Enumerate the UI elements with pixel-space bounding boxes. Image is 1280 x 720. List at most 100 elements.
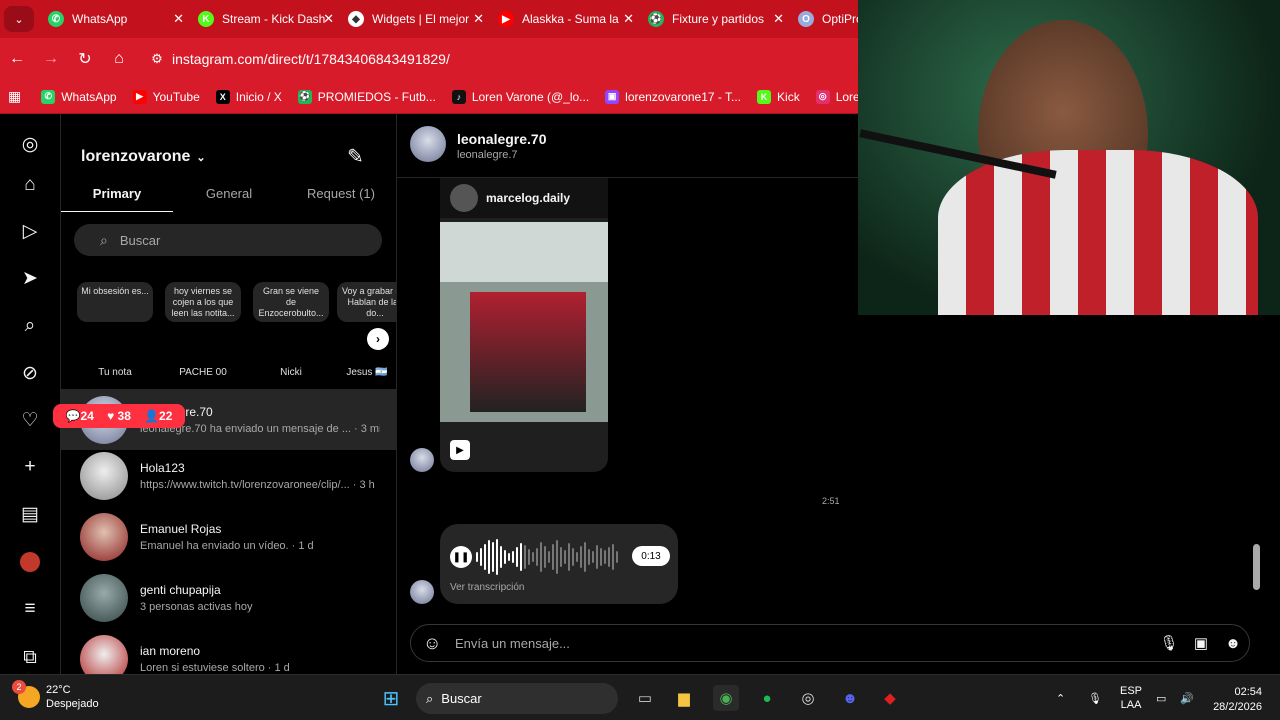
- waveform-bar: [580, 546, 582, 568]
- note-item[interactable]: Gran se viene de Enzocerobulto... Nicki: [253, 282, 329, 378]
- app-icon[interactable]: ◆: [877, 685, 903, 711]
- close-tab-icon[interactable]: ✕: [323, 11, 334, 27]
- sender-avatar: [410, 448, 434, 472]
- bookmark-label: Kick: [777, 89, 800, 104]
- browser-tab[interactable]: K Stream - Kick Dash ✕: [190, 4, 340, 34]
- back-button[interactable]: ←: [0, 50, 34, 68]
- taskbar-search[interactable]: ⌕ Buscar: [416, 683, 618, 714]
- forward-button[interactable]: →: [34, 50, 68, 68]
- bookmark-item[interactable]: ⚽ PROMIEDOS - Futb...: [297, 89, 436, 104]
- microphone-icon[interactable]: 🎙: [1153, 634, 1185, 652]
- tab-general[interactable]: General: [173, 180, 285, 212]
- tray-overflow-icon[interactable]: ⌃: [1056, 675, 1065, 720]
- browser-tab[interactable]: ⚽ Fixture y partidos ✕: [640, 4, 790, 34]
- chat-avatar[interactable]: [410, 126, 446, 162]
- thread-row[interactable]: ian moreno Loren si estuviese soltero · 1…: [61, 628, 396, 674]
- home-icon[interactable]: ⌂: [18, 173, 42, 197]
- notifications-heart-icon[interactable]: ♡: [18, 408, 42, 432]
- bookmark-item[interactable]: ♪ Loren Varone (@_lo...: [451, 89, 589, 104]
- weather-temp: 22°C: [46, 684, 71, 696]
- reels-icon[interactable]: ▷: [18, 219, 42, 243]
- task-view-icon[interactable]: ▭: [632, 685, 658, 711]
- search-icon[interactable]: ⌕: [18, 314, 42, 338]
- reload-button[interactable]: ↻: [68, 49, 102, 69]
- thread-preview: Emanuel ha enviado un vídeo. · 1 d: [140, 539, 314, 552]
- tab-favicon-icon: O: [798, 11, 814, 27]
- bookmark-item[interactable]: K Kick: [757, 89, 800, 104]
- audio-waveform[interactable]: [476, 537, 624, 577]
- apps-grid-icon[interactable]: ▦: [8, 88, 21, 105]
- volume-icon[interactable]: 🔊: [1180, 675, 1194, 720]
- close-tab-icon[interactable]: ✕: [473, 11, 484, 27]
- bookmark-item[interactable]: ▶ YouTube: [132, 89, 200, 104]
- note-text: Mi obsesión es...: [77, 282, 153, 322]
- search-input[interactable]: ⌕ Buscar: [74, 224, 382, 256]
- browser-tab[interactable]: ✆ WhatsApp ✕: [40, 4, 190, 34]
- create-icon[interactable]: +: [18, 455, 42, 479]
- chat-scrollbar[interactable]: [1253, 544, 1260, 590]
- compose-icon[interactable]: ✎: [347, 144, 364, 169]
- menu-icon[interactable]: ≡: [18, 597, 42, 621]
- sticker-icon[interactable]: ☻: [1217, 635, 1249, 652]
- windows-start-icon[interactable]: ⊞: [378, 685, 404, 711]
- browser-tab[interactable]: ▶ Alaskka - Suma la ✕: [490, 4, 640, 34]
- tab-search-button[interactable]: ⌄: [4, 6, 34, 32]
- site-settings-icon[interactable]: ⚙: [142, 51, 172, 67]
- shared-post[interactable]: marcelog.daily ▶: [440, 178, 608, 472]
- explore-icon[interactable]: ⊘: [18, 361, 42, 385]
- pause-icon[interactable]: ❚❚: [450, 546, 472, 568]
- bookmark-label: YouTube: [152, 89, 200, 104]
- close-tab-icon[interactable]: ✕: [623, 11, 634, 27]
- chevron-right-icon[interactable]: ›: [367, 328, 389, 350]
- bookmark-item[interactable]: X Inicio / X: [215, 89, 282, 104]
- activity-notification-badge[interactable]: 💬24 ♥ 38 👤22: [53, 404, 185, 428]
- more-apps-icon[interactable]: ⧉: [18, 646, 42, 670]
- bookmark-favicon-icon: ▶: [132, 89, 147, 104]
- network-icon[interactable]: ▭: [1156, 675, 1166, 720]
- thread-row[interactable]: Hola123 https://www.twitch.tv/lorenzovaro…: [61, 445, 396, 506]
- chrome-icon[interactable]: ◉: [713, 685, 739, 711]
- close-tab-icon[interactable]: ✕: [773, 11, 784, 27]
- instagram-logo-icon[interactable]: ◎: [18, 132, 42, 156]
- note-item[interactable]: Voy a grabar de: Hablan de las do... Jes…: [337, 282, 396, 378]
- note-name: Jesus 🇦🇷: [346, 367, 388, 378]
- tab-favicon-icon: K: [198, 11, 214, 27]
- view-transcript-link[interactable]: Ver transcripción: [450, 582, 524, 593]
- weather-widget[interactable]: 2 22°C Despejado: [12, 680, 99, 711]
- image-icon[interactable]: ▣: [1185, 634, 1217, 652]
- search-icon: ⌕: [426, 690, 434, 706]
- language-indicator[interactable]: ESP LAA: [1120, 675, 1142, 720]
- thread-preview: https://www.twitch.tv/lorenzovaronee/cli…: [140, 478, 375, 491]
- browser-tab[interactable]: ◆ Widgets | El mejor ✕: [340, 4, 490, 34]
- note-item[interactable]: hoy viernes se cojen a los que leen las …: [165, 282, 241, 378]
- dashboard-icon[interactable]: ▤: [18, 502, 42, 526]
- microphone-tray-icon[interactable]: 🎙: [1088, 675, 1102, 720]
- obs-icon[interactable]: ◎: [795, 685, 821, 711]
- spotify-icon[interactable]: ●: [754, 685, 780, 711]
- thread-row[interactable]: genti chupapija 3 personas activas hoy: [61, 567, 396, 628]
- profile-avatar[interactable]: [18, 550, 42, 574]
- note-item[interactable]: Mi obsesión es... Tu nota: [77, 282, 153, 378]
- tab-favicon-icon: ⚽: [648, 11, 664, 27]
- tab-primary[interactable]: Primary: [61, 180, 173, 212]
- voice-message[interactable]: ❚❚ 0:13 Ver transcripción: [440, 524, 678, 604]
- system-clock[interactable]: 02:54 28/2/2026: [1202, 685, 1262, 715]
- tab-requests[interactable]: Request (1): [285, 180, 396, 212]
- bookmark-item[interactable]: ✆ WhatsApp: [41, 89, 117, 104]
- account-switcher[interactable]: lorenzovarone ⌄: [81, 148, 206, 166]
- tab-list: ✆ WhatsApp ✕ K Stream - Kick Dash ✕ ◆ Widgets |…: [40, 4, 940, 34]
- home-button[interactable]: ⌂: [102, 50, 136, 68]
- discord-icon[interactable]: ☻: [837, 685, 863, 711]
- message-composer[interactable]: ☺ Envía un mensaje... 🎙 ▣ ☻: [410, 624, 1250, 662]
- bookmark-item[interactable]: ▣ lorenzovarone17 - T...: [605, 89, 741, 104]
- reel-play-icon[interactable]: ▶: [450, 440, 470, 460]
- bookmark-favicon-icon: ♪: [451, 89, 466, 104]
- messages-icon[interactable]: ➤: [18, 266, 42, 290]
- clock-time: 02:54: [1234, 686, 1262, 698]
- message-input[interactable]: Envía un mensaje...: [455, 636, 1153, 651]
- emoji-icon[interactable]: ☺: [423, 633, 447, 654]
- close-tab-icon[interactable]: ✕: [173, 11, 184, 27]
- thread-row[interactable]: Emanuel Rojas Emanuel ha enviado un vídeo…: [61, 506, 396, 567]
- file-explorer-icon[interactable]: ▆: [671, 685, 697, 711]
- url-field[interactable]: ⚙ instagram.com/direct/t/178434068434918…: [142, 44, 922, 74]
